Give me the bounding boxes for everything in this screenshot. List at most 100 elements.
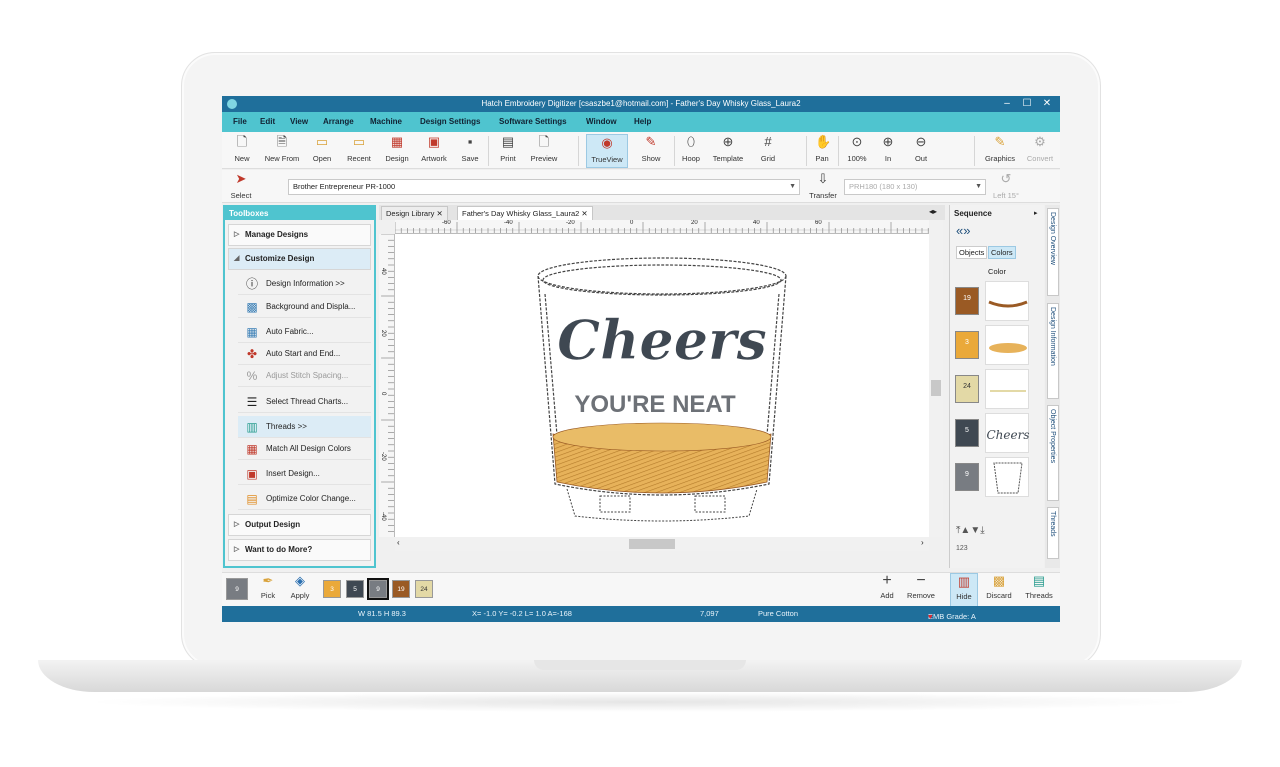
palette-chip-selected[interactable]: 9 [367, 578, 389, 600]
sequence-row[interactable]: 24 [955, 369, 1041, 411]
tool-optimize-color-change[interactable]: ▤ Optimize Color Change... [238, 488, 371, 510]
design-button[interactable]: ▦ Design [382, 134, 412, 168]
zoom-out-button[interactable]: ⊖ Out [910, 134, 932, 168]
add-color-button[interactable]: + Add [876, 573, 898, 607]
menu-file[interactable]: File [233, 117, 247, 126]
hide-colors-button[interactable]: ▥ Hide [950, 573, 978, 607]
template-button[interactable]: ⊕ Template [708, 134, 748, 168]
scroll-thumb[interactable] [629, 539, 675, 549]
palette-chip[interactable]: 24 [415, 580, 433, 598]
menu-software-settings[interactable]: Software Settings [499, 117, 567, 126]
menu-window[interactable]: Window [586, 117, 617, 126]
tool-auto-fabric[interactable]: ▦ Auto Fabric... [238, 321, 371, 343]
sequence-nav-icon[interactable]: «» [956, 223, 970, 238]
menu-view[interactable]: View [290, 117, 308, 126]
preview-button[interactable]: 🗋 Preview [526, 134, 562, 168]
save-button[interactable]: ▪ Save [456, 134, 484, 168]
tool-threads[interactable]: ▥ Threads >> [238, 416, 371, 438]
ruler-ticks [395, 222, 929, 233]
close-icon[interactable]: ✕ [436, 209, 442, 218]
sequence-row[interactable]: 9 [955, 457, 1041, 499]
sort-label[interactable]: 123 [956, 545, 968, 552]
select-tool-button[interactable]: ➤ Select [228, 171, 254, 205]
horizontal-scrollbar[interactable]: ‹ › [395, 537, 929, 551]
minimize-button[interactable]: – [1000, 97, 1014, 111]
reorder-arrows-icon[interactable]: ⤒▲▼⤓ [956, 525, 985, 536]
discard-colors-button[interactable]: ▩ Discard [982, 573, 1016, 607]
print-button[interactable]: ▤ Print [494, 134, 522, 168]
tool-match-all-design-colors[interactable]: ▦ Match All Design Colors [238, 438, 371, 460]
tab-design-library[interactable]: Design Library ✕ [381, 206, 448, 220]
tab-scroll-arrows-icon[interactable]: ◂▸ [929, 207, 937, 216]
rotate-left-button[interactable]: ↺ Left 15° [988, 171, 1024, 205]
tool-select-thread-charts[interactable]: ☰ Select Thread Charts... [238, 391, 371, 413]
group-manage-designs[interactable]: ▷ Manage Designs [228, 224, 371, 246]
design-canvas[interactable]: Cheers YOU'RE NEAT [395, 234, 929, 537]
apply-button[interactable]: ◈ Apply [286, 573, 314, 607]
panel-menu-icon[interactable]: ▸ [1034, 209, 1038, 217]
zoom-out-icon: ⊖ [915, 134, 927, 149]
show-button[interactable]: ✎ Show [634, 134, 668, 168]
tool-auto-start-end[interactable]: ✤ Auto Start and End... [238, 343, 371, 365]
tab-colors[interactable]: Colors [988, 246, 1016, 259]
threads-button[interactable]: ▤ Threads [1022, 573, 1056, 607]
stitch-spacing-icon: % [246, 369, 258, 383]
transfer-button[interactable]: ⇩ Transfer [806, 171, 840, 205]
new-button[interactable]: 🗋 New [230, 134, 254, 168]
graphics-button[interactable]: ✎ Graphics [980, 134, 1020, 168]
menu-machine[interactable]: Machine [370, 117, 402, 126]
trueview-button[interactable]: ◉ TrueView [586, 134, 628, 168]
artwork-button[interactable]: ▣ Artwork [416, 134, 452, 168]
tab-design-document[interactable]: Father's Day Whisky Glass_Laura2 ✕ [457, 206, 593, 220]
tool-insert-design[interactable]: ▣ Insert Design... [238, 463, 371, 485]
new-from-button[interactable]: 🗎 New From [259, 134, 305, 168]
menu-edit[interactable]: Edit [260, 117, 275, 126]
palette-chip[interactable]: 3 [323, 580, 341, 598]
new-from-template-icon: 🗎 [276, 134, 288, 149]
sequence-row[interactable]: 5 Cheers [955, 413, 1041, 455]
group-customize-design[interactable]: ◢ Customize Design [228, 248, 371, 270]
hoop-button[interactable]: ⬯ Hoop [678, 134, 704, 168]
vertical-scrollbar[interactable] [929, 220, 943, 537]
select-arrow-icon: ➤ [235, 171, 247, 186]
side-tab-object-properties[interactable]: Object Properties [1047, 405, 1059, 501]
menu-arrange[interactable]: Arrange [323, 117, 354, 126]
current-color-swatch[interactable]: 9 [226, 578, 248, 600]
whisky-glass-design: Cheers YOU'RE NEAT [537, 257, 787, 522]
palette-chip[interactable]: 5 [346, 580, 364, 598]
chevron-right-icon[interactable]: › [921, 538, 924, 547]
palette-chip[interactable]: 19 [392, 580, 410, 598]
tool-design-information[interactable]: ⓘ Design Information >> [238, 273, 371, 295]
side-tab-design-information[interactable]: Design Information [1047, 303, 1059, 399]
hoop-select[interactable]: PRH180 (180 x 130) ▼ [844, 179, 986, 195]
close-button[interactable]: ✕ [1040, 97, 1054, 111]
remove-color-button[interactable]: − Remove [904, 573, 938, 607]
maximize-button[interactable]: ☐ [1020, 97, 1034, 111]
tab-objects[interactable]: Objects [956, 246, 988, 259]
close-icon[interactable]: ✕ [581, 209, 587, 218]
status-size: W 81.5 H 89.3 [358, 609, 406, 618]
color-column-header: Color [988, 267, 1006, 276]
side-tab-design-overview[interactable]: Design Overview [1047, 208, 1059, 296]
pick-button[interactable]: ✒ Pick [255, 573, 281, 607]
zoom-100-button[interactable]: ⊙ 100% [843, 134, 871, 168]
recent-button[interactable]: ▭ Recent [341, 134, 377, 168]
grid-button[interactable]: # Grid [754, 134, 782, 168]
menu-help[interactable]: Help [634, 117, 651, 126]
chevron-left-icon[interactable]: ‹ [397, 538, 400, 547]
document-tabs: Design Library ✕ Father's Day Whisky Gla… [379, 205, 945, 220]
sequence-row[interactable]: 3 [955, 325, 1041, 367]
zoom-in-button[interactable]: ⊕ In [877, 134, 899, 168]
open-button[interactable]: ▭ Open [308, 134, 336, 168]
menu-design-settings[interactable]: Design Settings [420, 117, 480, 126]
convert-button[interactable]: ⚙ Convert [1022, 134, 1058, 168]
machine-select[interactable]: Brother Entrepreneur PR-1000 ▼ [288, 179, 800, 195]
side-tab-threads[interactable]: Threads [1047, 507, 1059, 559]
pan-button[interactable]: ✋ Pan [810, 134, 834, 168]
sequence-row[interactable]: 19 [955, 281, 1041, 323]
scroll-thumb[interactable] [931, 380, 941, 396]
tool-background-display[interactable]: ▩ Background and Displa... [238, 296, 371, 318]
group-want-to-do-more[interactable]: ▷ Want to do More? [228, 539, 371, 561]
tool-adjust-stitch-spacing[interactable]: % Adjust Stitch Spacing... [238, 365, 371, 387]
group-output-design[interactable]: ▷ Output Design [228, 514, 371, 536]
